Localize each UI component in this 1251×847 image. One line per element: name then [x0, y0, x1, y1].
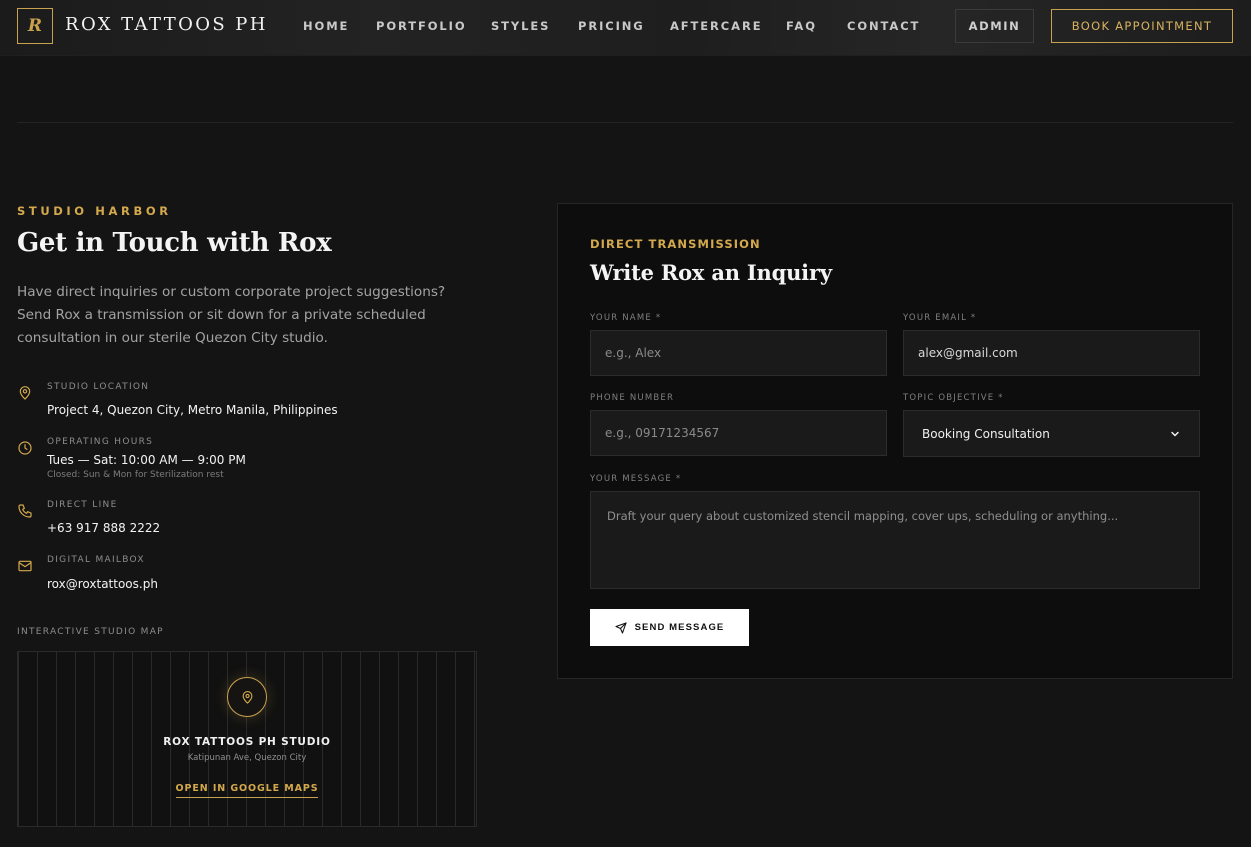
name-input[interactable] — [590, 330, 887, 376]
phone-input[interactable] — [590, 410, 887, 456]
message-label: YOUR MESSAGE * — [590, 474, 682, 484]
message-textarea[interactable] — [590, 491, 1200, 589]
brand-name[interactable]: ROX TATTOOS PH — [65, 14, 268, 35]
send-icon — [615, 621, 627, 634]
form-title: Write Rox an Inquiry — [590, 260, 832, 285]
nav-link-portfolio[interactable]: PORTFOLIO — [376, 19, 467, 33]
topic-selected-value: Booking Consultation — [922, 426, 1050, 441]
inquiry-form-panel: DIRECT TRANSMISSION Write Rox an Inquiry… — [557, 203, 1233, 679]
email-field-label: YOUR EMAIL * — [903, 313, 977, 323]
email-input[interactable] — [903, 330, 1200, 376]
name-label: YOUR NAME * — [590, 313, 662, 323]
topic-select[interactable]: Booking Consultation — [903, 410, 1200, 457]
send-message-button[interactable]: SEND MESSAGE — [590, 609, 749, 646]
mail-icon — [18, 560, 32, 572]
send-button-label: SEND MESSAGE — [634, 622, 725, 633]
topic-label: TOPIC OBJECTIVE * — [903, 393, 1004, 403]
location-value: Project 4, Quezon City, Metro Manila, Ph… — [47, 403, 338, 417]
nav-link-pricing[interactable]: PRICING — [578, 19, 645, 33]
nav-link-faq[interactable]: FAQ — [786, 19, 817, 33]
email-value[interactable]: rox@roxtattoos.ph — [47, 577, 158, 591]
map-pin-icon — [242, 690, 252, 704]
map-pin-marker — [227, 677, 267, 717]
hours-note: Closed: Sun & Mon for Sterilization rest — [47, 470, 224, 480]
page-title: Get in Touch with Rox — [17, 228, 332, 258]
email-label: DIGITAL MAILBOX — [47, 555, 145, 565]
nav-link-styles[interactable]: STYLES — [491, 19, 550, 33]
section-divider — [17, 122, 1233, 123]
hours-value: Tues — Sat: 10:00 AM — 9:00 PM — [47, 453, 246, 467]
intro-text: Have direct inquiries or custom corporat… — [17, 284, 446, 346]
location-label: STUDIO LOCATION — [47, 382, 150, 392]
phone-icon — [18, 504, 32, 518]
section-eyebrow: STUDIO HARBOR — [17, 204, 172, 218]
nav-link-contact[interactable]: CONTACT — [847, 19, 920, 33]
phone-field-label: PHONE NUMBER — [590, 393, 675, 403]
open-google-maps-link[interactable]: OPEN IN GOOGLE MAPS — [175, 783, 319, 798]
nav-link-aftercare[interactable]: AFTERCARE — [670, 19, 762, 33]
phone-value[interactable]: +63 917 888 2222 — [47, 521, 160, 535]
clock-icon — [18, 441, 32, 455]
map-address: Katipunan Ave, Quezon City — [187, 753, 307, 763]
map-studio-name: ROX TATTOOS PH STUDIO — [163, 736, 331, 748]
hours-label: OPERATING HOURS — [47, 437, 154, 447]
phone-label: DIRECT LINE — [47, 500, 118, 510]
logo-mark[interactable]: R — [17, 8, 53, 44]
admin-button[interactable]: ADMIN — [955, 9, 1034, 43]
nav-link-home[interactable]: HOME — [303, 19, 349, 33]
map-label: INTERACTIVE STUDIO MAP — [17, 627, 164, 637]
top-navbar: R ROX TATTOOS PH HOME PORTFOLIO STYLES P… — [0, 0, 1251, 56]
map-pin-icon — [19, 386, 31, 400]
studio-map[interactable]: ROX TATTOOS PH STUDIO Katipunan Ave, Que… — [17, 651, 477, 827]
form-eyebrow: DIRECT TRANSMISSION — [590, 237, 761, 251]
book-appointment-button[interactable]: BOOK APPOINTMENT — [1051, 9, 1233, 43]
chevron-down-icon — [1171, 431, 1179, 436]
